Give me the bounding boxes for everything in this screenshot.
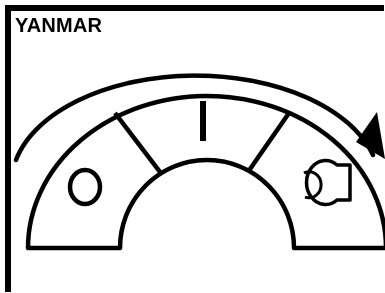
key-switch-diagram [13,73,385,251]
on-position-symbol [200,101,206,141]
